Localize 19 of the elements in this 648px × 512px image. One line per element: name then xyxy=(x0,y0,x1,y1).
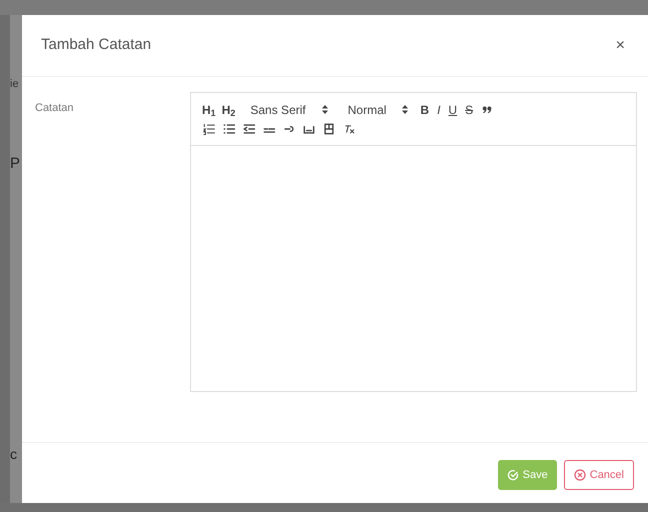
background-text: c xyxy=(10,447,18,461)
updown-caret-icon xyxy=(322,105,328,114)
x-circle-icon xyxy=(574,469,586,481)
background-text: P xyxy=(10,156,22,171)
header-button[interactable]: H$_{2}$ xyxy=(218,100,238,118)
close-button[interactable]: × xyxy=(612,34,629,58)
check-circle-icon xyxy=(506,469,519,481)
field-label: Catatan xyxy=(34,101,75,116)
background-text: ie xyxy=(10,79,20,90)
updown-caret-icon xyxy=(402,105,408,114)
header-button[interactable]: H$_{1}$ xyxy=(199,100,219,118)
modal-title: Tambah Catatan xyxy=(41,35,152,56)
dropdown-select[interactable]: Sans Serif xyxy=(238,100,336,118)
format-button[interactable]: B xyxy=(416,100,434,118)
format-button[interactable]: S xyxy=(461,100,478,118)
format-button[interactable]: I xyxy=(433,100,444,118)
dropdown-select[interactable]: Normal xyxy=(336,100,416,118)
cancel-button[interactable]: Cancel xyxy=(564,460,634,490)
format-button[interactable]: U xyxy=(444,100,462,118)
